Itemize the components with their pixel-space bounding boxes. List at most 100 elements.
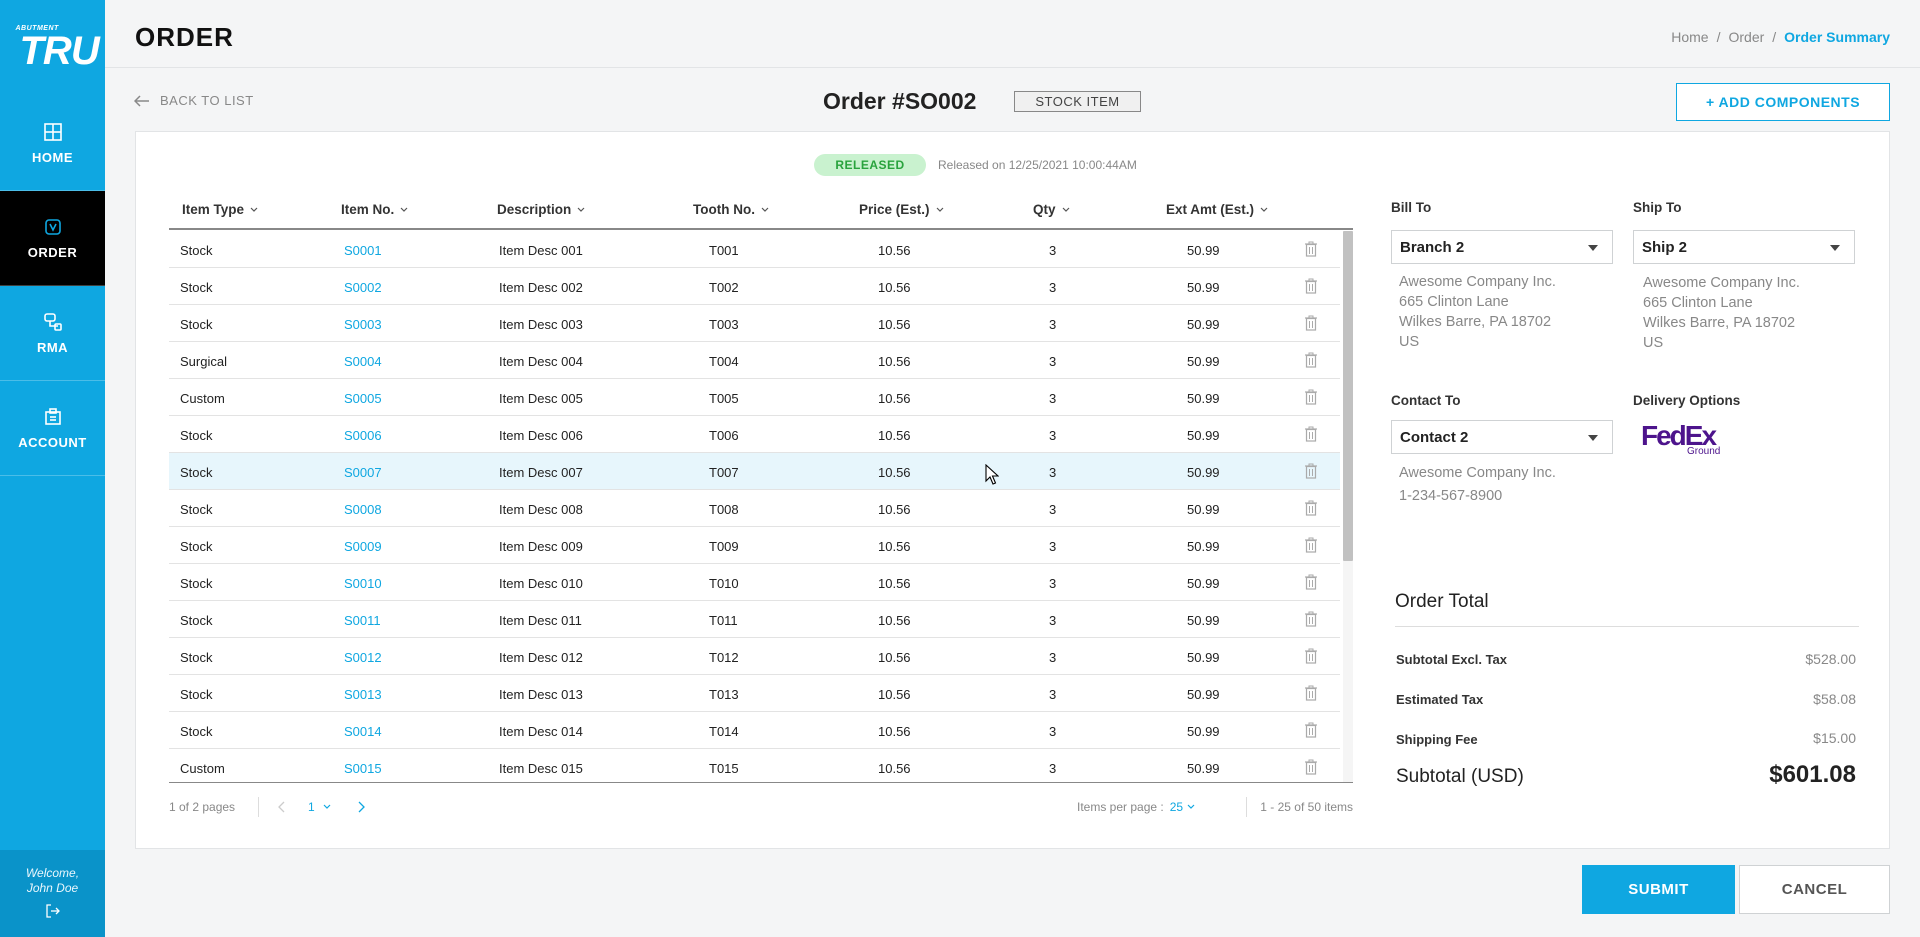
cell-ext-amt: 50.99: [1187, 724, 1220, 739]
cancel-button[interactable]: CANCEL: [1739, 865, 1890, 914]
column-header-label: Description: [497, 202, 572, 217]
column-header-price[interactable]: Price (Est.): [859, 202, 944, 217]
item-link[interactable]: S0011: [344, 613, 381, 628]
cell-item-type: Stock: [180, 465, 213, 480]
trash-icon[interactable]: [1304, 278, 1318, 294]
divider: [1395, 626, 1859, 627]
items-per-page-select[interactable]: 25: [1170, 800, 1195, 814]
trash-icon[interactable]: [1304, 611, 1318, 627]
cell-ext-amt: 50.99: [1187, 539, 1220, 554]
table-row[interactable]: Stock S0012 Item Desc 012 T012 10.56 3 50.99: [169, 638, 1340, 675]
table-row[interactable]: Stock S0001 Item Desc 001 T001 10.56 3 50.99: [169, 231, 1340, 268]
table-row[interactable]: Stock S0002 Item Desc 002 T002 10.56 3 50.99: [169, 268, 1340, 305]
caret-down-icon: [1588, 245, 1598, 251]
cell-price: 10.56: [878, 317, 911, 332]
page-select[interactable]: 1: [308, 800, 331, 814]
breadcrumb-home[interactable]: Home: [1671, 29, 1708, 45]
trash-icon[interactable]: [1304, 685, 1318, 701]
trash-icon[interactable]: [1304, 722, 1318, 738]
chevron-right-icon[interactable]: [357, 801, 366, 813]
sidebar-item-label: HOME: [32, 149, 73, 165]
cell-description: Item Desc 006: [499, 428, 583, 443]
column-header-item-no[interactable]: Item No.: [341, 202, 408, 217]
cell-ext-amt: 50.99: [1187, 465, 1220, 480]
table-row[interactable]: Stock S0006 Item Desc 006 T006 10.56 3 50.99: [169, 416, 1340, 453]
table-row[interactable]: Stock S0007 Item Desc 007 T007 10.56 3 50.99: [169, 453, 1340, 490]
column-header-tooth-no[interactable]: Tooth No.: [693, 202, 769, 217]
item-link[interactable]: S0012: [344, 650, 382, 665]
table-row[interactable]: Stock S0008 Item Desc 008 T008 10.56 3 50.99: [169, 490, 1340, 527]
address-line: 665 Clinton Lane: [1643, 295, 1753, 311]
address-line: 665 Clinton Lane: [1399, 294, 1509, 310]
contact-to-select[interactable]: Contact 2: [1391, 420, 1613, 454]
contact-company: Awesome Company Inc.: [1399, 465, 1556, 481]
rma-icon: [43, 312, 62, 331]
back-to-list-link[interactable]: BACK TO LIST: [134, 93, 254, 108]
submit-button[interactable]: SUBMIT: [1582, 865, 1735, 914]
fedex-wordmark-fed: Fed: [1641, 420, 1687, 451]
chevron-left-icon[interactable]: [277, 801, 286, 813]
table-row[interactable]: Custom S0005 Item Desc 005 T005 10.56 3 50.99: [169, 379, 1340, 416]
brand-logo[interactable]: ABUTMENT TRU: [0, 0, 105, 96]
trash-icon[interactable]: [1304, 537, 1318, 553]
bill-to-address: Awesome Company Inc. 665 Clinton Lane Wi…: [1399, 272, 1556, 352]
item-link[interactable]: S0015: [344, 761, 382, 776]
item-link[interactable]: S0010: [344, 576, 382, 591]
cell-ext-amt: 50.99: [1187, 391, 1220, 406]
table-scrollbar[interactable]: [1343, 231, 1353, 561]
trash-icon[interactable]: [1304, 352, 1318, 368]
column-header-item-type[interactable]: Item Type: [182, 202, 258, 217]
item-link[interactable]: S0009: [344, 539, 382, 554]
item-link[interactable]: S0007: [344, 465, 382, 480]
trash-icon[interactable]: [1304, 574, 1318, 590]
table-row[interactable]: Stock S0003 Item Desc 003 T003 10.56 3 50.99: [169, 305, 1340, 342]
item-link[interactable]: S0004: [344, 354, 382, 369]
table-row[interactable]: Stock S0009 Item Desc 009 T009 10.56 3 50.99: [169, 527, 1340, 564]
item-link[interactable]: S0006: [344, 428, 382, 443]
table-row[interactable]: Stock S0013 Item Desc 013 T013 10.56 3 50.99: [169, 675, 1340, 712]
grand-total-value: $601.08: [1769, 761, 1856, 788]
logout-icon[interactable]: [45, 904, 60, 918]
trash-icon[interactable]: [1304, 389, 1318, 405]
item-link[interactable]: S0008: [344, 502, 382, 517]
column-header-label: Qty: [1033, 202, 1056, 217]
column-header-description[interactable]: Description: [497, 202, 585, 217]
cell-description: Item Desc 012: [499, 650, 583, 665]
sidebar-item-rma[interactable]: RMA: [0, 286, 105, 381]
cell-tooth-no: T010: [709, 576, 739, 591]
column-header-ext-amt[interactable]: Ext Amt (Est.): [1166, 202, 1268, 217]
item-link[interactable]: S0014: [344, 724, 382, 739]
trash-icon[interactable]: [1304, 500, 1318, 516]
item-link[interactable]: S0001: [344, 243, 382, 258]
sidebar-item-account[interactable]: ACCOUNT: [0, 381, 105, 476]
cell-tooth-no: T009: [709, 539, 739, 554]
trash-icon[interactable]: [1304, 315, 1318, 331]
sidebar-item-home[interactable]: HOME: [0, 96, 105, 191]
cell-ext-amt: 50.99: [1187, 243, 1220, 258]
cell-price: 10.56: [878, 539, 911, 554]
table-row[interactable]: Stock S0010 Item Desc 010 T010 10.56 3 50.99: [169, 564, 1340, 601]
cell-qty: 3: [1049, 243, 1057, 258]
trash-icon[interactable]: [1304, 648, 1318, 664]
table-row[interactable]: Surgical S0004 Item Desc 004 T004 10.56 3 50.9…: [169, 342, 1340, 379]
cell-description: Item Desc 010: [499, 576, 583, 591]
trash-icon[interactable]: [1304, 463, 1318, 479]
item-link[interactable]: S0003: [344, 317, 382, 332]
table-row[interactable]: Custom S0015 Item Desc 015 T015 10.56 3 50.99: [169, 749, 1340, 782]
table-row[interactable]: Stock S0011 Item Desc 011 T011 10.56 3 50.99: [169, 601, 1340, 638]
trash-icon[interactable]: [1304, 241, 1318, 257]
item-link[interactable]: S0013: [344, 687, 382, 702]
delivery-options-label: Delivery Options: [1633, 393, 1741, 408]
sidebar-item-order[interactable]: ORDER: [0, 191, 105, 286]
breadcrumb-order[interactable]: Order: [1728, 29, 1764, 45]
table-row[interactable]: Stock S0014 Item Desc 014 T014 10.56 3 50.99: [169, 712, 1340, 749]
column-header-qty[interactable]: Qty: [1033, 202, 1070, 217]
address-line: Awesome Company Inc.: [1643, 275, 1800, 291]
item-link[interactable]: S0005: [344, 391, 382, 406]
trash-icon[interactable]: [1304, 759, 1318, 775]
trash-icon[interactable]: [1304, 426, 1318, 442]
item-link[interactable]: S0002: [344, 280, 382, 295]
add-components-button[interactable]: + ADD COMPONENTS: [1676, 83, 1890, 121]
bill-to-select[interactable]: Branch 2: [1391, 230, 1613, 264]
ship-to-select[interactable]: Ship 2: [1633, 230, 1855, 264]
